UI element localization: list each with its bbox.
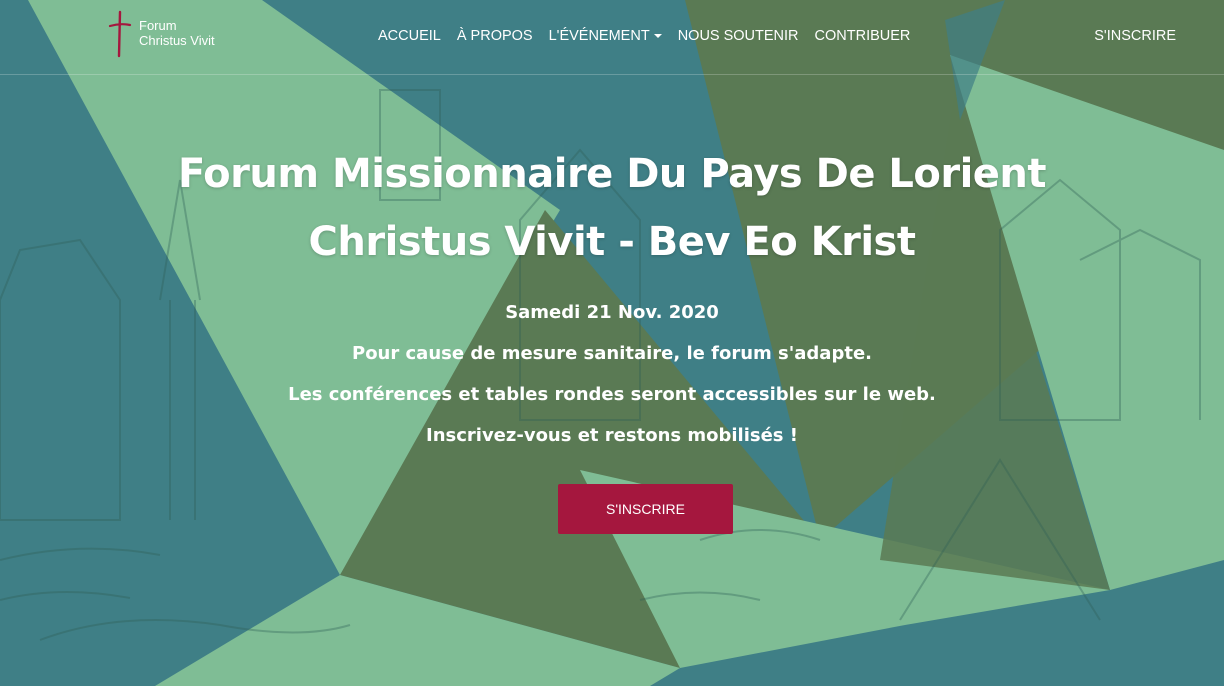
hero-title-line-2: Christus Vivit - Bev Eo Krist [308, 219, 916, 265]
nav-item-contribuer[interactable]: CONTRIBUER [815, 28, 911, 44]
brand-line-1: Forum [139, 18, 177, 33]
hero-notice-line-1: Pour cause de mesure sanitaire, le forum… [352, 343, 872, 364]
chevron-down-icon [653, 34, 662, 38]
hero-notice-line-2: Les conférences et tables rondes seront … [288, 384, 936, 405]
hero-title: Forum Missionnaire Du Pays De Lorient Ch… [0, 140, 1224, 276]
cross-icon [108, 10, 132, 58]
brand-line-2: Christus Vivit [139, 33, 215, 48]
nav-item-evenement-label: L'ÉVÉNEMENT [548, 28, 650, 44]
hero-title-line-1: Forum Missionnaire Du Pays De Lorient [177, 151, 1047, 197]
nav-item-a-propos[interactable]: À PROPOS [457, 28, 533, 44]
nav-item-nous-soutenir[interactable]: NOUS SOUTENIR [678, 28, 799, 44]
hero-section: Forum Missionnaire Du Pays De Lorient Ch… [0, 140, 1224, 456]
hero-date: Samedi 21 Nov. 2020 [505, 302, 719, 323]
register-button[interactable]: S'INSCRIRE [558, 484, 733, 534]
nav-item-accueil[interactable]: ACCUEIL [378, 28, 441, 44]
top-navbar: Forum Christus Vivit ACCUEIL À PROPOS L'… [0, 0, 1224, 75]
hero-notice-line-3: Inscrivez-vous et restons mobilisés ! [426, 425, 798, 446]
nav-register-link[interactable]: S'INSCRIRE [1094, 28, 1176, 44]
main-menu: ACCUEIL À PROPOS L'ÉVÉNEMENT NOUS SOUTEN… [378, 28, 926, 44]
nav-item-evenement-dropdown[interactable]: L'ÉVÉNEMENT [549, 28, 662, 44]
brand-text: Forum Christus Vivit [139, 18, 215, 48]
